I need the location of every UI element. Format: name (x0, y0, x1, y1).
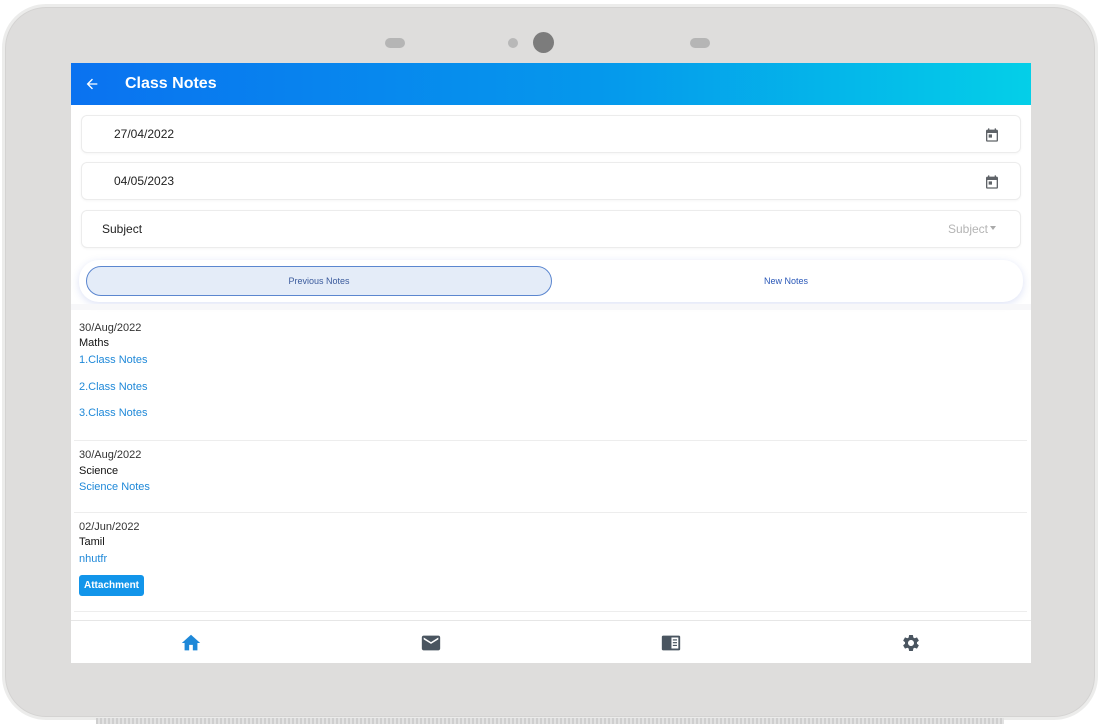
note-link[interactable]: Science Notes (79, 481, 1027, 493)
subject-select[interactable]: Subject Subject (81, 210, 1021, 248)
note-date: 30/Aug/2022 (79, 449, 142, 461)
app-screen: Class Notes 27/04/2022 04/05/2023 Subjec… (71, 63, 1031, 663)
chevron-down-icon (990, 226, 996, 230)
speaker-left (385, 38, 405, 48)
mail-icon (421, 635, 441, 650)
note-link[interactable]: 1.Class Notes (79, 354, 1027, 366)
notebook-icon (661, 635, 681, 650)
tab-new-notes[interactable]: New Notes (555, 266, 1017, 296)
arrow-left-icon (86, 78, 98, 90)
note-subject: Tamil (79, 536, 105, 548)
note-subject: Maths (79, 337, 109, 349)
note-date: 30/Aug/2022 (79, 322, 142, 334)
nav-notebook[interactable] (551, 621, 791, 663)
note-link[interactable]: nhutfr (79, 553, 1027, 565)
list-item: 30/Aug/2022 Maths 1.Class Notes 2.Class … (74, 310, 1027, 441)
home-icon (181, 634, 201, 650)
nav-home[interactable] (71, 621, 311, 663)
attachment-button[interactable]: Attachment (79, 575, 145, 596)
from-date-value: 27/04/2022 (114, 127, 175, 141)
to-date-field[interactable]: 04/05/2023 (81, 162, 1021, 200)
nav-settings[interactable] (791, 621, 1031, 663)
from-date-field[interactable]: 27/04/2022 (81, 115, 1021, 153)
subject-label: Subject (102, 222, 143, 236)
back-button[interactable] (71, 63, 113, 105)
note-date: 02/Jun/2022 (79, 521, 140, 533)
camera-lens (533, 32, 554, 53)
to-date-value: 04/05/2023 (114, 174, 175, 188)
calendar-icon[interactable] (984, 127, 1000, 143)
note-subject: Science (79, 465, 119, 477)
tab-previous-notes[interactable]: Previous Notes (86, 266, 552, 296)
list-item: 30/Aug/2022 Science Science Notes (74, 441, 1027, 513)
tablet-stand (96, 718, 1004, 724)
light-sensor (508, 38, 518, 48)
note-link[interactable]: 2.Class Notes (79, 381, 1027, 393)
notes-tab-switcher: Previous Notes New Notes (79, 260, 1023, 302)
bottom-navigation (71, 620, 1031, 663)
page-title: Class Notes (125, 75, 217, 92)
note-link[interactable]: 3.Class Notes (79, 407, 1027, 419)
gear-icon (903, 634, 919, 651)
list-item: 02/Jun/2022 Tamil nhutfr Attachment (74, 513, 1027, 612)
nav-mail[interactable] (311, 621, 551, 663)
notes-list: 30/Aug/2022 Maths 1.Class Notes 2.Class … (74, 310, 1027, 612)
calendar-icon[interactable] (984, 174, 1000, 190)
app-bar: Class Notes (71, 63, 1031, 105)
speaker-right (690, 38, 710, 48)
subject-selected-value: Subject (947, 222, 988, 236)
